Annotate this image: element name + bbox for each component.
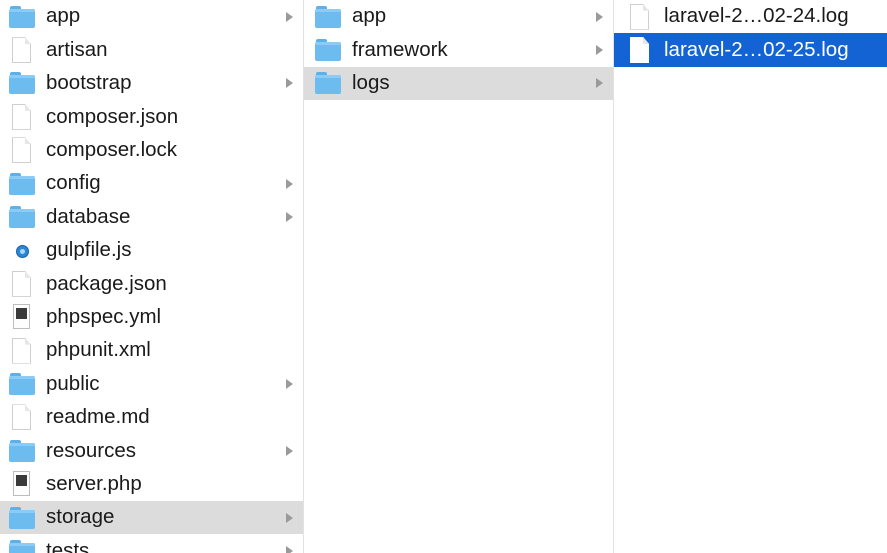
- folder-icon: [314, 70, 342, 96]
- disclosure-arrow-icon: [596, 45, 603, 56]
- folder-icon: [8, 438, 36, 464]
- column-project-root[interactable]: app artisan bootstrap composer.json composer…: [0, 0, 304, 553]
- item-label: app: [46, 4, 81, 28]
- javascript-file-icon: [8, 237, 36, 263]
- folder-icon: [8, 538, 36, 553]
- folder-item-framework[interactable]: framework: [304, 33, 613, 66]
- item-label: bootstrap: [46, 71, 132, 95]
- item-label: readme.md: [46, 405, 150, 429]
- item-label: tests: [46, 538, 90, 553]
- item-label: storage: [46, 505, 115, 529]
- document-icon: [8, 337, 36, 364]
- document-icon: [626, 3, 654, 30]
- disclosure-arrow-icon: [286, 545, 293, 553]
- folder-item-app[interactable]: app: [0, 0, 303, 33]
- folder-item-database[interactable]: database: [0, 200, 303, 233]
- item-label: laravel-2…02-24.log: [664, 4, 849, 28]
- disclosure-arrow-icon: [286, 11, 293, 22]
- folder-item-storage[interactable]: storage: [0, 500, 303, 535]
- item-label: app: [352, 4, 387, 28]
- item-label: laravel-2…02-25.log: [664, 37, 849, 61]
- folder-item-config[interactable]: config: [0, 167, 303, 200]
- folder-item-bootstrap[interactable]: bootstrap: [0, 67, 303, 100]
- folder-icon: [8, 505, 36, 531]
- folder-icon: [8, 70, 36, 96]
- file-item-composer-json[interactable]: composer.json: [0, 100, 303, 133]
- folder-icon: [8, 171, 36, 197]
- file-item-laravel-2-02-24-log[interactable]: laravel-2…02-24.log: [614, 0, 887, 33]
- folder-item-public[interactable]: public: [0, 367, 303, 400]
- file-item-package-json[interactable]: package.json: [0, 267, 303, 300]
- document-icon: [626, 37, 654, 64]
- item-label: artisan: [46, 37, 108, 61]
- folder-item-logs[interactable]: logs: [304, 66, 613, 101]
- folder-icon: [314, 37, 342, 63]
- disclosure-arrow-icon: [596, 78, 603, 89]
- file-item-artisan[interactable]: artisan: [0, 33, 303, 66]
- item-label: package.json: [46, 271, 167, 295]
- script-file-icon: [8, 471, 36, 497]
- document-icon: [8, 103, 36, 130]
- document-icon: [8, 404, 36, 431]
- document-icon: [8, 137, 36, 164]
- item-label: logs: [352, 71, 390, 95]
- disclosure-arrow-icon: [596, 11, 603, 22]
- item-label: server.php: [46, 471, 142, 495]
- item-label: phpspec.yml: [46, 304, 162, 328]
- item-label: resources: [46, 438, 137, 462]
- column-storage[interactable]: app framework logs: [304, 0, 614, 553]
- disclosure-arrow-icon: [286, 512, 293, 523]
- folder-icon: [8, 371, 36, 397]
- column-logs[interactable]: laravel-2…02-24.log laravel-2…02-25.log: [614, 0, 887, 553]
- file-item-phpspec-yml[interactable]: phpspec.yml: [0, 301, 303, 334]
- item-label: phpunit.xml: [46, 338, 151, 362]
- folder-item-tests[interactable]: tests: [0, 534, 303, 553]
- disclosure-arrow-icon: [286, 212, 293, 223]
- item-label: framework: [352, 37, 448, 61]
- folder-icon: [314, 4, 342, 30]
- disclosure-arrow-icon: [286, 378, 293, 389]
- file-item-gulpfile-js[interactable]: gulpfile.js: [0, 234, 303, 267]
- item-label: gulpfile.js: [46, 238, 132, 262]
- folder-item-app[interactable]: app: [304, 0, 613, 33]
- disclosure-arrow-icon: [286, 78, 293, 89]
- script-file-icon: [8, 304, 36, 330]
- folder-icon: [8, 204, 36, 230]
- file-item-server-php[interactable]: server.php: [0, 467, 303, 500]
- document-icon: [8, 37, 36, 64]
- disclosure-arrow-icon: [286, 178, 293, 189]
- folder-item-resources[interactable]: resources: [0, 434, 303, 467]
- item-label: composer.lock: [46, 138, 178, 161]
- column-browser: app artisan bootstrap composer.json composer…: [0, 0, 887, 553]
- file-item-phpunit-xml[interactable]: phpunit.xml: [0, 334, 303, 367]
- file-item-composer-lock[interactable]: composer.lock: [0, 134, 303, 167]
- item-label: config: [46, 171, 101, 195]
- document-icon: [8, 270, 36, 297]
- item-label: public: [46, 371, 100, 395]
- item-label: database: [46, 204, 131, 228]
- folder-icon: [8, 4, 36, 30]
- file-item-laravel-2-02-25-log[interactable]: laravel-2…02-25.log: [614, 33, 887, 67]
- file-item-readme-md[interactable]: readme.md: [0, 401, 303, 434]
- item-label: composer.json: [46, 104, 179, 128]
- disclosure-arrow-icon: [286, 445, 293, 456]
